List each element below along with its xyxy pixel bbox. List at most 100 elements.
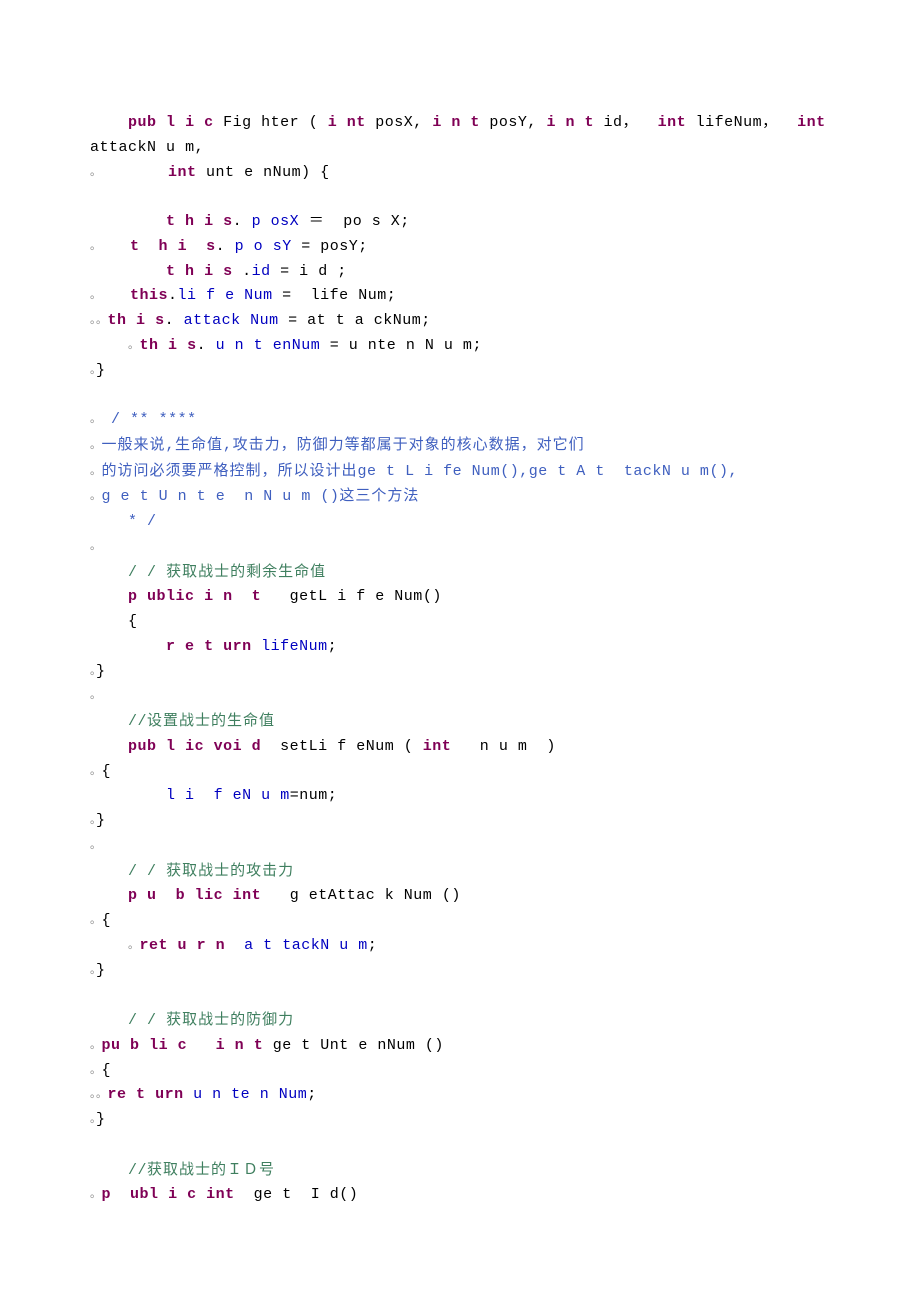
code-line: 。 / ** ****: [90, 408, 860, 433]
mk-token: 。: [90, 1040, 102, 1052]
code-line: / / 获取战士的攻击力: [90, 859, 860, 885]
id-token: id: [604, 114, 623, 131]
id-token: e: [358, 1037, 368, 1054]
fld-token: u: [193, 1086, 203, 1103]
id-token: Fig: [223, 114, 252, 131]
mk-token: 。: [90, 840, 102, 852]
fld-token: osX: [271, 213, 300, 230]
doc-token: ,: [223, 437, 233, 454]
kw-token: i: [168, 337, 178, 354]
id-token: m: [518, 738, 528, 755]
id-token: u: [499, 738, 509, 755]
id-token: etAttac: [309, 887, 376, 904]
doc-token: i: [424, 463, 434, 480]
id-token: d: [330, 1186, 340, 1203]
doc-token: t: [386, 463, 396, 480]
id-token: attackN: [90, 139, 157, 156]
fld-token: n: [212, 1086, 222, 1103]
id-token: m: [185, 139, 195, 156]
mk-token: 。: [90, 440, 102, 452]
kw-token: i: [185, 114, 195, 131]
mk-token: 。: [90, 466, 102, 478]
id-token: posY: [489, 114, 527, 131]
kw-token: e: [185, 638, 195, 655]
code-page: pub l i c Fig hter ( i nt posX, i n t po…: [0, 0, 920, 1268]
code-line: 。。re t urn u n te n Num;: [90, 1083, 860, 1108]
fld-token: Y: [282, 238, 292, 255]
code-line: attackN u m,: [90, 136, 860, 161]
id-token: a: [355, 312, 365, 329]
code-line: 。的访问必须要严格控制，所以设计出ge t L i fe Num(),ge t …: [90, 459, 860, 485]
id-token: setLi: [280, 738, 328, 755]
id-token: f: [337, 738, 347, 755]
doc-token: n: [244, 488, 254, 505]
code-line: 。}: [90, 660, 860, 685]
doc-token: um: [481, 463, 500, 480]
code-line: 。: [90, 834, 860, 859]
doc-token: L: [405, 463, 415, 480]
doc-token: ,: [166, 437, 176, 454]
fld-token: i: [185, 787, 195, 804]
id-token: N: [358, 287, 368, 304]
code-line: {: [90, 610, 860, 635]
kw-token: bl: [140, 1186, 159, 1203]
id-token: N: [425, 337, 435, 354]
kw-token: n: [216, 937, 226, 954]
kw-token: i: [168, 1186, 178, 1203]
kw-token: n: [223, 588, 233, 605]
cmt-token: //: [128, 1162, 147, 1179]
code-line: 。g e t U n t e n N u m ()这三个方法: [90, 484, 860, 510]
fld-token: l: [166, 787, 176, 804]
cmt-token: 获取战士的攻击力: [166, 863, 294, 879]
mk-token: 。。: [90, 315, 108, 327]
kw-token: nt: [347, 114, 366, 131]
mk-token: 。: [90, 1065, 102, 1077]
fld-token: lifeNum: [261, 638, 328, 655]
fld-token: um: [301, 337, 320, 354]
doc-token: e: [121, 488, 131, 505]
doc-token: 一般来说: [102, 437, 166, 453]
code-line: r e t urn lifeNum;: [90, 635, 860, 660]
kw-token: i: [136, 312, 146, 329]
doc-token: **: [130, 411, 149, 428]
kw-token: int: [168, 164, 197, 181]
kw-token: n: [235, 1037, 245, 1054]
kw-token: i: [204, 213, 214, 230]
doc-token: g: [102, 488, 112, 505]
fld-token: f: [206, 287, 216, 304]
mk-token: 。: [90, 241, 102, 253]
id-token: ge: [273, 1037, 292, 1054]
fld-token: t: [263, 937, 273, 954]
kw-token: t: [130, 238, 140, 255]
code-line: 。pu b li c i n t ge t Unt e nNum (): [90, 1034, 860, 1059]
cmt-token: /: [147, 564, 157, 581]
doc-token: ge: [358, 463, 377, 480]
doc-token: e: [216, 488, 226, 505]
doc-token: N: [263, 488, 273, 505]
mk-token: 。: [90, 1114, 96, 1126]
doc-token: *: [128, 513, 138, 530]
code-line: 。}: [90, 809, 860, 834]
kw-token: p: [128, 588, 138, 605]
kw-token: i: [328, 114, 338, 131]
kw-token: r: [166, 638, 176, 655]
kw-token: i: [546, 114, 556, 131]
kw-token: u: [178, 937, 188, 954]
fld-token: m: [280, 787, 290, 804]
fld-token: N: [292, 337, 302, 354]
code-line: / / 获取战士的防御力: [90, 1008, 860, 1034]
kw-token: c: [178, 1037, 188, 1054]
code-line: 。}: [90, 959, 860, 984]
code-line: * /: [90, 510, 860, 535]
kw-token: pub: [128, 738, 157, 755]
kw-token: ret: [140, 937, 169, 954]
id-token: Num: [394, 588, 423, 605]
kw-token: s: [155, 312, 165, 329]
code-line: [90, 185, 860, 210]
mk-token: 。: [90, 666, 96, 678]
kw-token: t: [470, 114, 480, 131]
id-token: eNum: [356, 738, 394, 755]
id-token: posY: [320, 238, 358, 255]
fld-token: Num: [279, 1086, 308, 1103]
doc-token: m: [301, 488, 311, 505]
